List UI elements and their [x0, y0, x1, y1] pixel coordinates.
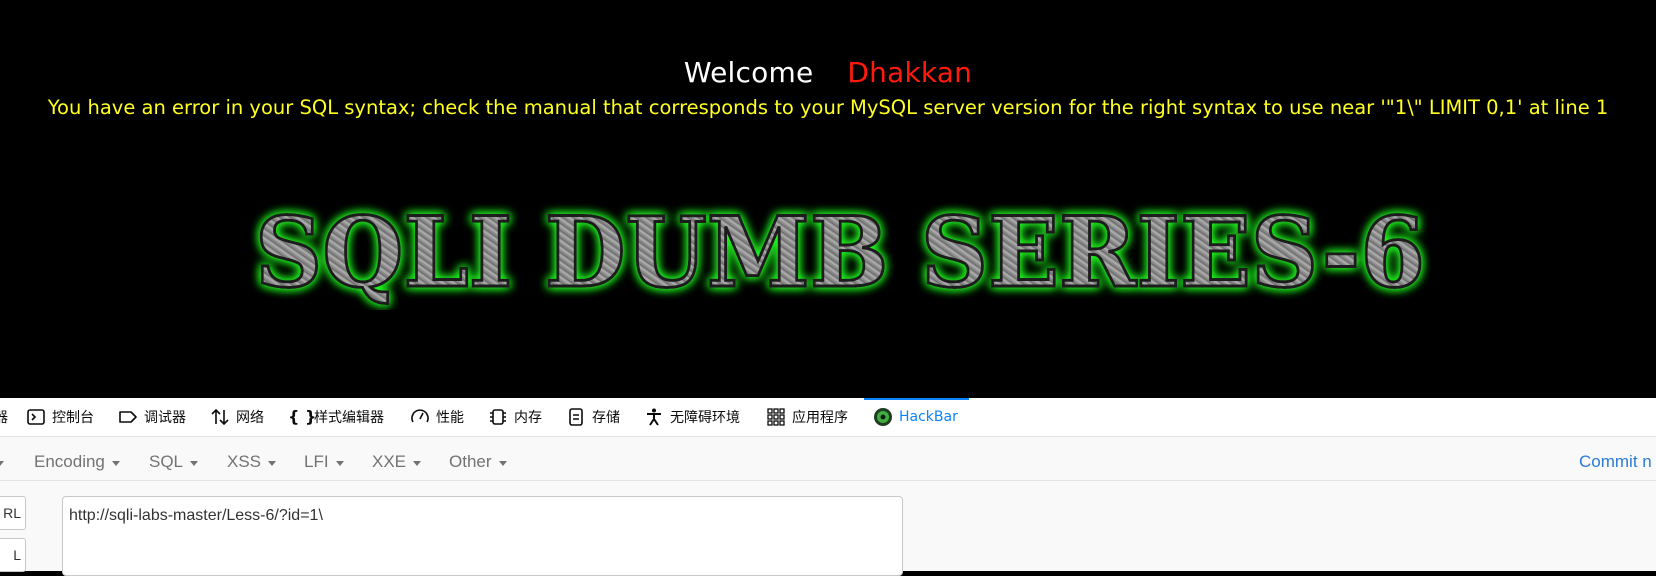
tab-console[interactable]: 控制台 — [26, 398, 94, 436]
storage-icon — [566, 407, 586, 427]
user-name: Dhakkan — [847, 56, 973, 89]
url-input[interactable]: http://sqli-labs-master/Less-6/?id=1\ — [62, 496, 903, 576]
chevron-down-icon — [413, 460, 422, 466]
tab-label: 调试器 — [144, 410, 186, 426]
chevron-down-icon — [335, 460, 344, 466]
tab-label: 存储 — [592, 410, 620, 426]
debugger-icon — [118, 407, 138, 427]
menu-xxe[interactable]: XXE — [372, 444, 422, 480]
tab-style-editor[interactable]: { } 样式编辑器 — [288, 398, 384, 436]
devtools-tab-bar: 器 控制台 调试器 网络 { } 样式编辑器 — [0, 398, 1656, 437]
tab-storage[interactable]: 存储 — [566, 398, 620, 436]
accessibility-icon — [644, 407, 664, 427]
network-icon — [210, 407, 230, 427]
hackbar-toolbar: Encoding SQL XSS LFI XXE Other Commit n — [0, 444, 1656, 481]
hackbar-icon — [873, 407, 893, 427]
tab-label: 网络 — [236, 410, 264, 426]
load-url-button[interactable]: RL — [0, 496, 26, 530]
split-url-button[interactable]: L — [0, 538, 26, 572]
chevron-down-icon — [268, 460, 277, 466]
tab-label: 器 — [0, 407, 8, 427]
tab-memory[interactable]: 内存 — [488, 398, 542, 436]
banner-text: SQLI DUMB SERIES-6 — [255, 196, 1425, 309]
tab-label: 控制台 — [52, 410, 94, 426]
menu-xss[interactable]: XSS — [227, 444, 277, 480]
tab-network[interactable]: 网络 — [210, 398, 264, 436]
commit-button[interactable]: Commit n — [1579, 444, 1652, 480]
menu-other[interactable]: Other — [449, 444, 507, 480]
chevron-down-icon — [498, 460, 507, 466]
chevron-down-icon — [190, 460, 199, 466]
webpage-content: Welcome Dhakkan You have an error in your… — [0, 0, 1656, 398]
tab-label: 应用程序 — [792, 410, 848, 426]
cut-off-menu-caret[interactable] — [0, 444, 4, 480]
menu-lfi[interactable]: LFI — [304, 444, 344, 480]
performance-icon — [410, 407, 430, 427]
tab-debugger[interactable]: 调试器 — [118, 398, 186, 436]
chevron-down-icon — [111, 460, 120, 466]
welcome-line: Welcome Dhakkan — [0, 56, 1656, 89]
tab-label: 内存 — [514, 410, 542, 426]
tab-label: HackBar — [899, 409, 958, 425]
console-icon — [26, 407, 46, 427]
tab-label: 性能 — [436, 410, 464, 426]
tab-label: 无障碍环境 — [670, 410, 740, 426]
tab-hackbar[interactable]: HackBar — [873, 398, 958, 436]
tab-label: 样式编辑器 — [314, 410, 384, 426]
series-banner: SQLI DUMB SERIES-6 — [254, 195, 1427, 311]
style-editor-icon: { } — [288, 407, 317, 426]
memory-icon — [488, 407, 508, 427]
menu-sql[interactable]: SQL — [149, 444, 199, 480]
tab-accessibility[interactable]: 无障碍环境 — [644, 398, 740, 436]
application-icon — [766, 407, 786, 427]
tab-inspector[interactable]: 器 — [0, 398, 8, 436]
tab-performance[interactable]: 性能 — [410, 398, 464, 436]
sql-error-message: You have an error in your SQL syntax; ch… — [47, 96, 1609, 119]
menu-encoding[interactable]: Encoding — [34, 444, 120, 480]
welcome-label: Welcome — [683, 56, 814, 89]
tab-application[interactable]: 应用程序 — [766, 398, 848, 436]
